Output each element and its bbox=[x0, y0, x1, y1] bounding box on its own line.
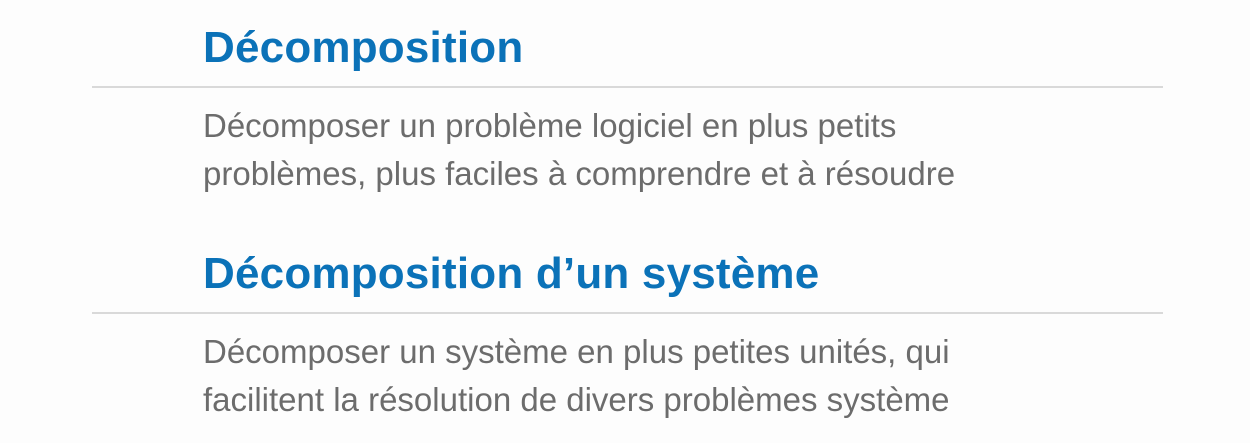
section-heading: Décomposition bbox=[203, 23, 524, 72]
section-description: Décomposer un problème logiciel en plus … bbox=[203, 102, 1250, 198]
description-line: problèmes, plus faciles à comprendre et … bbox=[203, 155, 956, 192]
description-line: facilitent la résolution de divers probl… bbox=[203, 381, 950, 418]
description-line: Décomposer un problème logiciel en plus … bbox=[203, 107, 897, 144]
section-heading: Décomposition d’un système bbox=[203, 249, 820, 298]
description-line: Décomposer un système en plus petites un… bbox=[203, 333, 950, 370]
section-description: Décomposer un système en plus petites un… bbox=[203, 328, 1250, 424]
section-decomposition: Décomposition Décomposer un problème log… bbox=[0, 18, 1250, 198]
divider bbox=[92, 312, 1163, 314]
section-system-decomposition: Décomposition d’un système Décomposer un… bbox=[0, 244, 1250, 424]
divider bbox=[92, 86, 1163, 88]
